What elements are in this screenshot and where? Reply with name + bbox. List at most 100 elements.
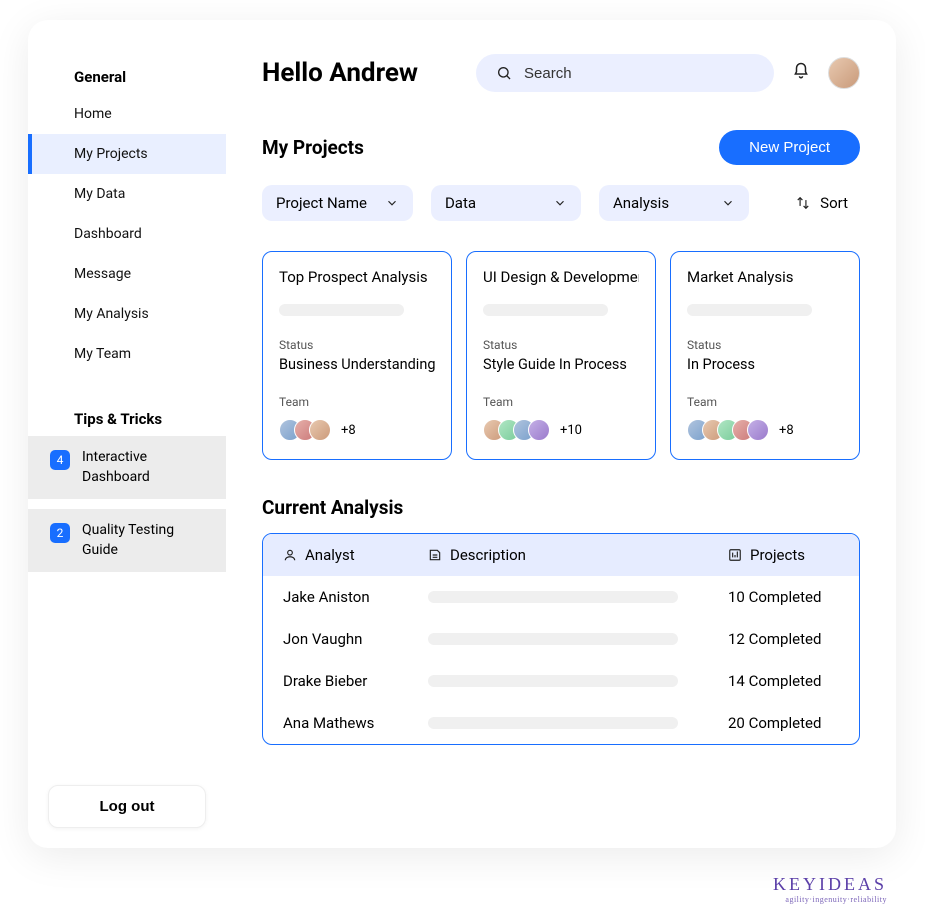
sidebar-item-my-analysis[interactable]: My Analysis [28, 294, 226, 334]
chevron-down-icon [553, 196, 567, 210]
tip-label: Interactive Dashboard [82, 448, 210, 487]
sort-button[interactable]: Sort [784, 185, 860, 221]
cell-projects: 14 Completed [728, 672, 839, 690]
main-content: Hello Andrew My Projects New Project Pro… [226, 20, 896, 848]
cell-analyst: Ana Mathews [283, 714, 428, 732]
user-avatar[interactable] [828, 57, 860, 89]
project-card[interactable]: UI Design & Development Status Style Gui… [466, 251, 656, 460]
sidebar-item-home[interactable]: Home [28, 94, 226, 134]
footer-brand: KEYIDEAS [773, 874, 887, 895]
filters-row: Project Name Data Analysis Sort [262, 185, 860, 221]
app-window: General Home My Projects My Data Dashboa… [28, 20, 896, 848]
table-row[interactable]: Drake Bieber 14 Completed [263, 660, 859, 702]
status-label: Status [279, 338, 435, 352]
team-avatars [483, 419, 550, 441]
team-label: Team [687, 395, 843, 409]
card-skeleton [279, 304, 404, 316]
card-title: UI Design & Development [483, 268, 639, 286]
cell-analyst: Drake Bieber [283, 672, 428, 690]
header-row: Hello Andrew [262, 54, 860, 92]
footer-tagline: agility·ingenuity·reliability [773, 895, 887, 904]
notifications-button[interactable] [792, 62, 810, 84]
new-project-button[interactable]: New Project [719, 130, 860, 165]
col-header-projects: Projects [728, 546, 839, 564]
card-skeleton [483, 304, 608, 316]
filter-label: Analysis [613, 194, 669, 212]
cell-description [428, 717, 728, 729]
team-avatar [747, 419, 769, 441]
current-analysis-table: Analyst Description Projects Jake Anisto… [262, 533, 860, 745]
team-avatars [687, 419, 769, 441]
card-title: Top Prospect Analysis [279, 268, 435, 286]
cell-analyst: Jake Aniston [283, 588, 428, 606]
team-row: +10 [483, 419, 639, 441]
status-value: Style Guide In Process [483, 356, 639, 373]
bell-icon [792, 62, 810, 80]
team-avatars [279, 419, 331, 441]
table-header: Analyst Description Projects [263, 534, 859, 576]
status-label: Status [687, 338, 843, 352]
my-projects-title: My Projects [262, 136, 364, 159]
projects-header-row: My Projects New Project [262, 130, 860, 165]
person-icon [283, 548, 297, 562]
sidebar-item-my-team[interactable]: My Team [28, 334, 226, 374]
desc-skeleton [428, 591, 678, 603]
chevron-down-icon [721, 196, 735, 210]
team-label: Team [279, 395, 435, 409]
chevron-down-icon [385, 196, 399, 210]
filter-label: Project Name [276, 194, 367, 212]
sort-label: Sort [820, 194, 848, 212]
sidebar-item-message[interactable]: Message [28, 254, 226, 294]
search-box[interactable] [476, 54, 774, 92]
tips-section: Tips & Tricks 4 Interactive Dashboard 2 … [28, 402, 226, 582]
search-icon [496, 64, 512, 82]
team-more: +8 [779, 423, 794, 438]
col-header-description: Description [428, 546, 728, 564]
filter-analysis[interactable]: Analysis [599, 185, 749, 221]
sidebar-item-my-projects[interactable]: My Projects [28, 134, 226, 174]
project-card[interactable]: Top Prospect Analysis Status Business Un… [262, 251, 452, 460]
tip-badge: 2 [50, 523, 70, 543]
sidebar-item-my-data[interactable]: My Data [28, 174, 226, 214]
filter-data[interactable]: Data [431, 185, 581, 221]
cell-projects: 20 Completed [728, 714, 839, 732]
tip-label: Quality Testing Guide [82, 521, 210, 560]
sidebar-item-dashboard[interactable]: Dashboard [28, 214, 226, 254]
desc-skeleton [428, 675, 678, 687]
cell-analyst: Jon Vaughn [283, 630, 428, 648]
team-row: +8 [279, 419, 435, 441]
team-more: +8 [341, 423, 356, 438]
project-card[interactable]: Market Analysis Status In Process Team +… [670, 251, 860, 460]
card-title: Market Analysis [687, 268, 843, 286]
team-more: +10 [560, 423, 582, 438]
filter-project-name[interactable]: Project Name [262, 185, 413, 221]
status-value: Business Understanding [279, 356, 435, 373]
col-header-analyst: Analyst [283, 546, 428, 564]
cell-description [428, 675, 728, 687]
cell-description [428, 633, 728, 645]
desc-skeleton [428, 633, 678, 645]
team-label: Team [483, 395, 639, 409]
footer-logo: KEYIDEAS agility·ingenuity·reliability [773, 874, 887, 904]
sidebar-tips-header: Tips & Tricks [28, 402, 226, 436]
projects-icon [728, 548, 742, 562]
cell-projects: 10 Completed [728, 588, 839, 606]
logout-button[interactable]: Log out [48, 785, 206, 828]
table-row[interactable]: Ana Mathews 20 Completed [263, 702, 859, 744]
current-analysis-title: Current Analysis [262, 496, 860, 519]
project-cards-row: Top Prospect Analysis Status Business Un… [262, 251, 860, 460]
team-avatar [528, 419, 550, 441]
table-row[interactable]: Jon Vaughn 12 Completed [263, 618, 859, 660]
desc-skeleton [428, 717, 678, 729]
card-skeleton [687, 304, 812, 316]
page-title: Hello Andrew [262, 58, 418, 88]
tip-item-interactive-dashboard[interactable]: 4 Interactive Dashboard [28, 436, 226, 499]
team-row: +8 [687, 419, 843, 441]
status-label: Status [483, 338, 639, 352]
tip-item-quality-testing[interactable]: 2 Quality Testing Guide [28, 509, 226, 572]
tip-badge: 4 [50, 450, 70, 470]
cell-projects: 12 Completed [728, 630, 839, 648]
table-row[interactable]: Jake Aniston 10 Completed [263, 576, 859, 618]
search-input[interactable] [524, 65, 754, 82]
sidebar: General Home My Projects My Data Dashboa… [28, 20, 226, 848]
